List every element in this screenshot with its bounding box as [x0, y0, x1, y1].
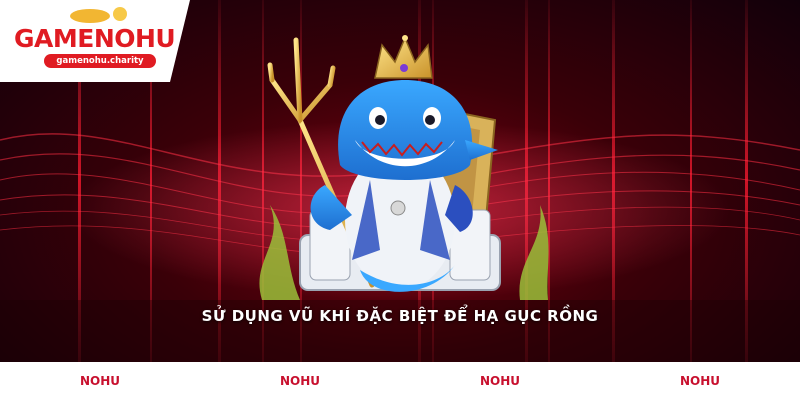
crown-icon [374, 35, 433, 79]
brand-logo-part2: NOHU [93, 24, 176, 53]
hero-banner: GAMENOHU gamenohu.charity SỬ DỤNG VŨ KHÍ… [0, 0, 800, 362]
footer-bar: NOHU NOHU NOHU NOHU [0, 362, 800, 400]
footer-link-2[interactable]: NOHU [200, 362, 400, 400]
brand-logo[interactable]: GAMENOHU [14, 24, 176, 53]
footer-link-3[interactable]: NOHU [400, 362, 600, 400]
gold-ingot-icon [70, 9, 110, 23]
coin-icon [113, 7, 127, 21]
footer-link-1[interactable]: NOHU [0, 362, 200, 400]
brand-logo-part1: GAME [14, 24, 94, 53]
footer-link-4[interactable]: NOHU [600, 362, 800, 400]
brand-domain-badge: gamenohu.charity [44, 54, 156, 68]
banner-caption: SỬ DỤNG VŨ KHÍ ĐẶC BIỆT ĐỂ HẠ GỤC RỒNG [201, 307, 599, 325]
